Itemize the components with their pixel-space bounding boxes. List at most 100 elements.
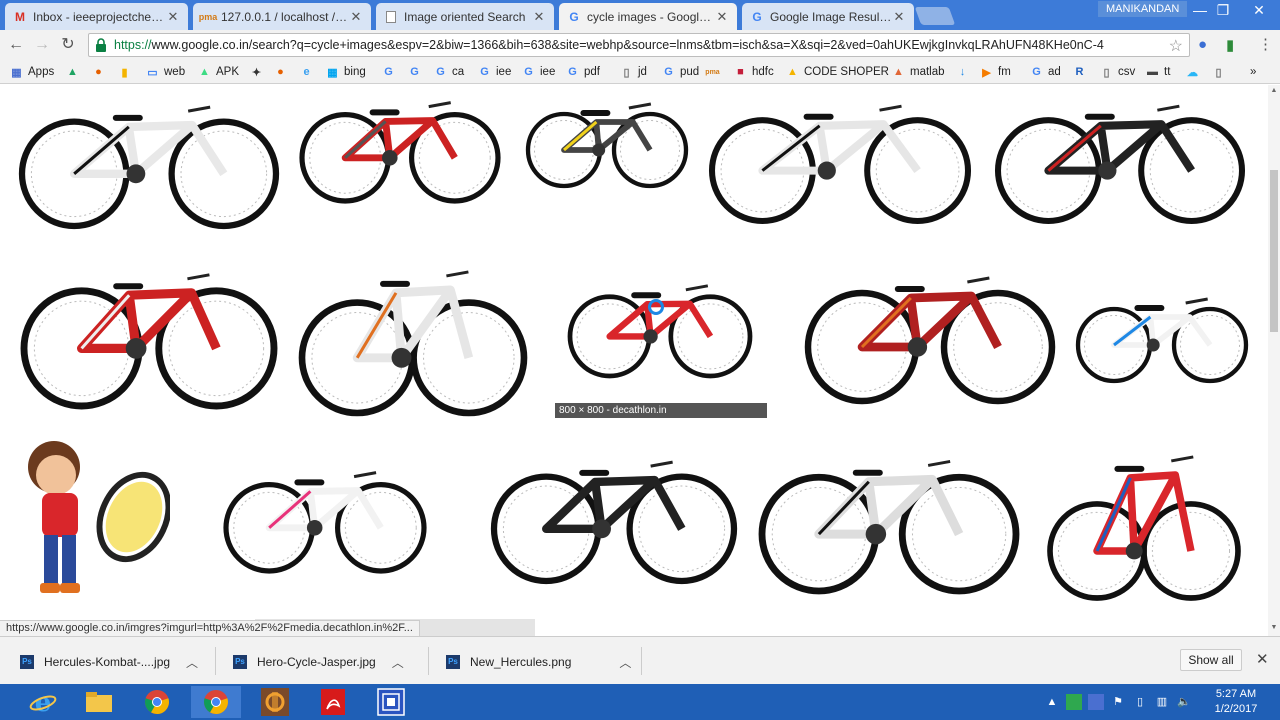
chevron-up-icon[interactable]: ︿: [186, 654, 198, 671]
image-result-thumbnail[interactable]: [298, 245, 528, 417]
bookmark-item[interactable]: ▲ matlab: [892, 64, 944, 80]
scroll-down-arrow-icon[interactable]: ▼: [1268, 624, 1280, 634]
image-result-thumbnail[interactable]: [420, 621, 480, 631]
tab-image-oriented-search[interactable]: Image oriented Search ✕: [376, 3, 554, 30]
more-bookmarks-icon[interactable]: »: [1250, 64, 1256, 80]
bookmark-item[interactable]: ▲ CODE SHOPER: [786, 64, 889, 80]
image-result-thumbnail[interactable]: [708, 85, 972, 225]
image-result-thumbnail[interactable]: [14, 427, 170, 603]
image-result-thumbnail[interactable]: [890, 615, 910, 635]
chevron-up-icon[interactable]: ︿: [392, 654, 404, 671]
tray-flag-icon[interactable]: ⚑: [1110, 694, 1126, 710]
bookmark-item[interactable]: ▯ csv: [1100, 64, 1135, 80]
bookmark-item[interactable]: ▮: [118, 64, 136, 80]
page-scrollbar[interactable]: ▲ ▼: [1268, 85, 1280, 636]
show-all-downloads-button[interactable]: Show all: [1180, 649, 1242, 671]
bookmark-item[interactable]: ●: [274, 64, 292, 80]
battery-icon[interactable]: ▯: [1132, 694, 1148, 710]
bookmark-item[interactable]: ✦: [250, 64, 268, 80]
image-result-thumbnail[interactable]: [994, 85, 1246, 225]
bookmark-item[interactable]: ↓: [956, 64, 974, 80]
bookmark-item[interactable]: ■ hdfc: [734, 64, 774, 80]
volume-icon[interactable]: 🔈: [1176, 694, 1192, 710]
image-result-thumbnail[interactable]: [804, 255, 1056, 405]
image-result-thumbnail[interactable]: [524, 90, 690, 190]
image-result-thumbnail[interactable]: [18, 85, 280, 230]
extension-chart-icon[interactable]: ▮: [1226, 36, 1234, 54]
menu-icon[interactable]: ⋮: [1258, 35, 1273, 53]
system-clock[interactable]: 5:27 AM 1/2/2017: [1196, 687, 1276, 717]
window-close-button[interactable]: ✕: [1240, 0, 1278, 20]
chevron-up-icon[interactable]: ︿: [619, 654, 631, 671]
network-icon[interactable]: ▥: [1154, 694, 1170, 710]
download-item[interactable]: Ps Hero-Cycle-Jasper.jpg ︿: [233, 651, 404, 673]
back-button[interactable]: ←: [6, 36, 26, 54]
close-tab-icon[interactable]: ✕: [532, 9, 546, 25]
tab-cycle-images[interactable]: G cycle images - Google Se ✕: [559, 3, 737, 30]
close-shelf-icon[interactable]: ✕: [1256, 650, 1269, 668]
image-result-thumbnail[interactable]: [1150, 615, 1190, 635]
close-tab-icon[interactable]: ✕: [349, 9, 363, 25]
extension-person-icon[interactable]: ●: [1198, 36, 1207, 53]
java-ide-icon[interactable]: [250, 686, 300, 718]
tab-gmail[interactable]: M Inbox - ieeeprojectchennai ✕: [5, 3, 188, 30]
app-window-icon[interactable]: [366, 686, 416, 718]
bookmark-star-icon[interactable]: ☆: [1169, 36, 1183, 56]
bookmark-item[interactable]: ▦ bing: [326, 64, 365, 80]
tray-app-icon[interactable]: [1088, 694, 1104, 710]
tab-google-image-result[interactable]: G Google Image Result for ✕: [742, 3, 914, 30]
bookmark-item[interactable]: ▬ tt: [1146, 64, 1170, 80]
bookmark-item[interactable]: ▦ Apps: [10, 64, 54, 80]
file-explorer-icon[interactable]: [74, 686, 124, 718]
download-item[interactable]: Ps Hercules-Kombat-....jpg ︿: [20, 651, 198, 673]
bookmark-item[interactable]: Giee: [478, 64, 511, 80]
bookmark-item[interactable]: ▭ web: [146, 64, 185, 80]
image-result-thumbnail[interactable]: [590, 617, 690, 635]
chrome-icon[interactable]: [132, 686, 182, 718]
bookmark-item[interactable]: ▲ APK: [198, 64, 239, 80]
bookmark-item[interactable]: Gpud: [662, 64, 699, 80]
bookmark-item[interactable]: Gpdf: [566, 64, 600, 80]
bookmark-item[interactable]: ▯: [1212, 64, 1230, 80]
bookmark-item[interactable]: ▶ fm: [980, 64, 1011, 80]
close-tab-icon[interactable]: ✕: [715, 9, 729, 25]
bookmark-item[interactable]: G: [408, 64, 426, 80]
bookmark-item[interactable]: Giee: [522, 64, 555, 80]
profile-name[interactable]: MANIKANDAN: [1098, 1, 1188, 17]
image-result-thumbnail[interactable]: [298, 85, 502, 205]
bookmark-item[interactable]: Gad: [1030, 64, 1061, 80]
image-result-thumbnail[interactable]: [758, 437, 1020, 595]
image-result-thumbnail[interactable]: [20, 250, 278, 410]
image-result-thumbnail[interactable]: [222, 455, 428, 575]
forward-button[interactable]: →: [32, 36, 52, 54]
close-tab-icon[interactable]: ✕: [892, 9, 906, 25]
new-tab-button[interactable]: [914, 7, 956, 25]
image-result-thumbnail[interactable]: [1046, 430, 1242, 602]
maximize-button[interactable]: ❐: [1209, 0, 1237, 20]
tab-title: cycle images - Google Se: [587, 9, 715, 24]
chrome-active-icon[interactable]: [191, 686, 241, 718]
image-result-thumbnail[interactable]: [490, 440, 738, 585]
download-item[interactable]: Ps New_Hercules.png ︿: [446, 651, 631, 673]
scroll-up-arrow-icon[interactable]: ▲: [1268, 87, 1280, 97]
bookmark-item[interactable]: ▯ jd: [620, 64, 646, 80]
bookmark-item[interactable]: ▲: [66, 64, 84, 80]
bookmark-item[interactable]: ☁: [1186, 64, 1204, 80]
tray-app-icon[interactable]: [1066, 694, 1082, 710]
close-tab-icon[interactable]: ✕: [166, 9, 180, 25]
bookmark-item[interactable]: G: [382, 64, 400, 80]
bookmark-item[interactable]: Gca: [434, 64, 464, 80]
tab-localhost[interactable]: pma 127.0.0.1 / localhost / cpi ✕: [193, 3, 371, 30]
image-result-thumbnail[interactable]: [566, 270, 754, 380]
address-bar[interactable]: https://www.google.co.in/search?q=cycle+…: [88, 33, 1190, 57]
internet-explorer-icon[interactable]: e: [18, 686, 68, 718]
image-result-thumbnail[interactable]: [1074, 285, 1250, 385]
bookmark-item[interactable]: ●: [92, 64, 110, 80]
reload-button[interactable]: ↻: [58, 36, 78, 54]
show-hidden-icons-icon[interactable]: ▲: [1044, 694, 1060, 710]
bookmark-item[interactable]: R: [1073, 64, 1091, 80]
bookmark-item[interactable]: e: [300, 64, 318, 80]
scrollbar-thumb[interactable]: [1270, 170, 1278, 332]
bookmark-item[interactable]: pma: [705, 64, 724, 80]
acrobat-icon[interactable]: [308, 686, 358, 718]
